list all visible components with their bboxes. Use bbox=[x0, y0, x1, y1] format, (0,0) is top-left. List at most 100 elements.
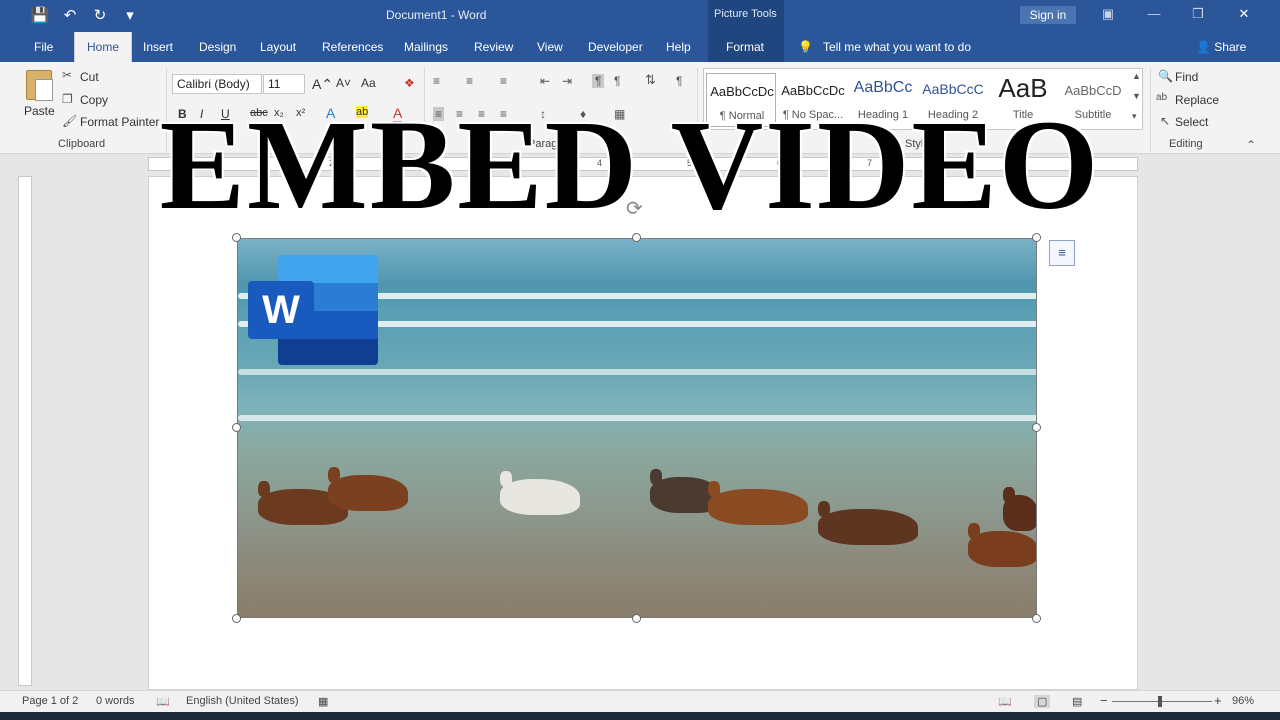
wave bbox=[238, 415, 1036, 421]
customize-icon[interactable]: ▾ bbox=[120, 6, 140, 24]
tab-review[interactable]: Review bbox=[474, 40, 513, 54]
paste-button[interactable]: Paste bbox=[24, 104, 55, 118]
horse bbox=[818, 501, 918, 545]
font-size-dropdown[interactable]: 11 bbox=[263, 74, 305, 94]
find-button[interactable]: Find bbox=[1175, 70, 1198, 84]
sign-in-button[interactable]: Sign in bbox=[1020, 6, 1076, 24]
page-count[interactable]: Page 1 of 2 bbox=[22, 695, 78, 707]
numbering-icon[interactable]: ≡ bbox=[466, 74, 473, 88]
resize-handle-bottom-right[interactable] bbox=[1032, 614, 1041, 623]
tell-me-box[interactable]: 💡 Tell me what you want to do bbox=[798, 40, 971, 54]
ribbon-tabs: Picture Tools File Home Insert Design La… bbox=[0, 0, 1280, 63]
bullets-icon[interactable]: ≡ bbox=[433, 74, 440, 88]
change-case-button[interactable]: Aa bbox=[361, 76, 376, 90]
tab-help[interactable]: Help bbox=[666, 40, 691, 54]
cut-button[interactable]: Cut bbox=[80, 70, 99, 84]
ltr-icon[interactable]: ¶ bbox=[592, 74, 605, 88]
minimize-icon[interactable]: — bbox=[1144, 6, 1164, 21]
taskbar bbox=[0, 712, 1280, 720]
shrink-font-icon[interactable]: A˅ bbox=[336, 76, 351, 90]
undo-icon[interactable]: ↶ bbox=[60, 6, 80, 24]
title-bar: 💾 ↶ ↻ ▾ Document1 - Word Sign in ▣ — ❐ ✕ bbox=[0, 0, 1280, 32]
proofing-icon[interactable]: 📖 bbox=[156, 695, 170, 708]
resize-handle-bottom[interactable] bbox=[632, 614, 641, 623]
quick-access-toolbar: 💾 ↶ ↻ ▾ bbox=[30, 6, 140, 24]
document-title: Document1 - Word bbox=[386, 8, 487, 22]
zoom-out-button[interactable]: − bbox=[1100, 693, 1108, 708]
copy-button[interactable]: Copy bbox=[80, 93, 108, 107]
group-divider bbox=[1150, 68, 1151, 152]
share-button[interactable]: 👤 Share bbox=[1196, 40, 1246, 54]
share-label: Share bbox=[1214, 40, 1247, 54]
tell-me-text: Tell me what you want to do bbox=[822, 40, 972, 54]
selected-picture[interactable]: W bbox=[237, 238, 1037, 618]
cut-icon: ✂ bbox=[62, 68, 73, 82]
person-icon: 👤 bbox=[1196, 40, 1211, 54]
zoom-slider[interactable] bbox=[1112, 701, 1212, 702]
increase-indent-icon[interactable]: ⇥ bbox=[562, 74, 572, 88]
zoom-in-button[interactable]: + bbox=[1214, 693, 1222, 708]
collapse-ribbon-icon[interactable]: ⌃ bbox=[1246, 138, 1256, 152]
word-logo: W bbox=[248, 255, 378, 365]
close-icon[interactable]: ✕ bbox=[1234, 6, 1254, 22]
restore-icon[interactable]: ❐ bbox=[1188, 6, 1208, 22]
language[interactable]: English (United States) bbox=[186, 695, 299, 707]
save-icon[interactable]: 💾 bbox=[30, 6, 50, 24]
rtl-icon[interactable]: ¶ bbox=[614, 74, 620, 88]
multilevel-list-icon[interactable]: ≡ bbox=[500, 74, 507, 88]
replace-icon: ab bbox=[1156, 92, 1168, 103]
tab-design[interactable]: Design bbox=[199, 40, 236, 54]
sort-icon[interactable]: ⇅ bbox=[645, 72, 656, 88]
resize-handle-bottom-left[interactable] bbox=[232, 614, 241, 623]
vertical-ruler[interactable] bbox=[18, 176, 32, 686]
format-painter-icon: 🖌 bbox=[62, 114, 78, 128]
logo-band bbox=[278, 339, 378, 365]
more-styles-icon[interactable]: ▾ bbox=[1132, 111, 1137, 122]
tab-developer[interactable]: Developer bbox=[588, 40, 643, 54]
tab-view[interactable]: View bbox=[537, 40, 563, 54]
tab-format[interactable]: Format bbox=[726, 40, 764, 54]
horse bbox=[1003, 487, 1036, 531]
horse bbox=[500, 471, 580, 515]
lightbulb-icon: 💡 bbox=[798, 40, 813, 54]
word-logo-letter: W bbox=[248, 281, 314, 339]
clear-formatting-icon[interactable]: ❖ bbox=[404, 76, 415, 90]
word-count[interactable]: 0 words bbox=[96, 695, 135, 707]
web-layout-icon[interactable]: ▤ bbox=[1072, 695, 1082, 708]
select-button[interactable]: Select bbox=[1175, 115, 1208, 129]
tab-file[interactable]: File bbox=[34, 40, 53, 54]
layout-options-icon[interactable]: ≡ bbox=[1049, 240, 1075, 266]
find-icon: 🔍 bbox=[1158, 69, 1173, 83]
scroll-up-icon[interactable]: ▲ bbox=[1132, 71, 1141, 81]
editing-group-label: Editing bbox=[1169, 138, 1203, 150]
zoom-level[interactable]: 96% bbox=[1232, 695, 1254, 707]
font-name-dropdown[interactable]: Calibri (Body) bbox=[172, 74, 262, 94]
scroll-down-icon[interactable]: ▼ bbox=[1132, 91, 1141, 101]
tab-mailings[interactable]: Mailings bbox=[404, 40, 448, 54]
decrease-indent-icon[interactable]: ⇤ bbox=[540, 74, 550, 88]
tab-home[interactable]: Home bbox=[74, 32, 133, 63]
select-icon: ↖ bbox=[1160, 114, 1171, 128]
resize-handle-right[interactable] bbox=[1032, 423, 1041, 432]
format-painter-button[interactable]: Format Painter bbox=[80, 115, 159, 129]
paste-icon[interactable] bbox=[26, 70, 53, 101]
print-layout-icon[interactable]: ▢ bbox=[1034, 695, 1051, 708]
horse bbox=[328, 467, 408, 511]
show-marks-icon[interactable]: ¶ bbox=[676, 74, 682, 88]
replace-button[interactable]: Replace bbox=[1175, 93, 1219, 107]
tab-layout[interactable]: Layout bbox=[260, 40, 296, 54]
zoom-slider-thumb[interactable] bbox=[1158, 696, 1162, 707]
ribbon-display-icon[interactable]: ▣ bbox=[1098, 6, 1118, 22]
clipboard-group-label: Clipboard bbox=[58, 138, 106, 150]
status-bar: Page 1 of 2 0 words 📖 English (United St… bbox=[0, 690, 1280, 712]
horse bbox=[708, 481, 808, 525]
grow-font-icon[interactable]: A⌃ bbox=[312, 76, 333, 93]
resize-handle-left[interactable] bbox=[232, 423, 241, 432]
redo-icon[interactable]: ↻ bbox=[90, 6, 110, 24]
picture-tools-label: Picture Tools bbox=[714, 8, 777, 20]
read-mode-icon[interactable]: 📖 bbox=[998, 695, 1012, 708]
copy-icon: ❐ bbox=[62, 92, 73, 106]
tab-references[interactable]: References bbox=[322, 40, 383, 54]
macro-icon[interactable]: ▦ bbox=[318, 695, 328, 708]
tab-insert[interactable]: Insert bbox=[143, 40, 173, 54]
